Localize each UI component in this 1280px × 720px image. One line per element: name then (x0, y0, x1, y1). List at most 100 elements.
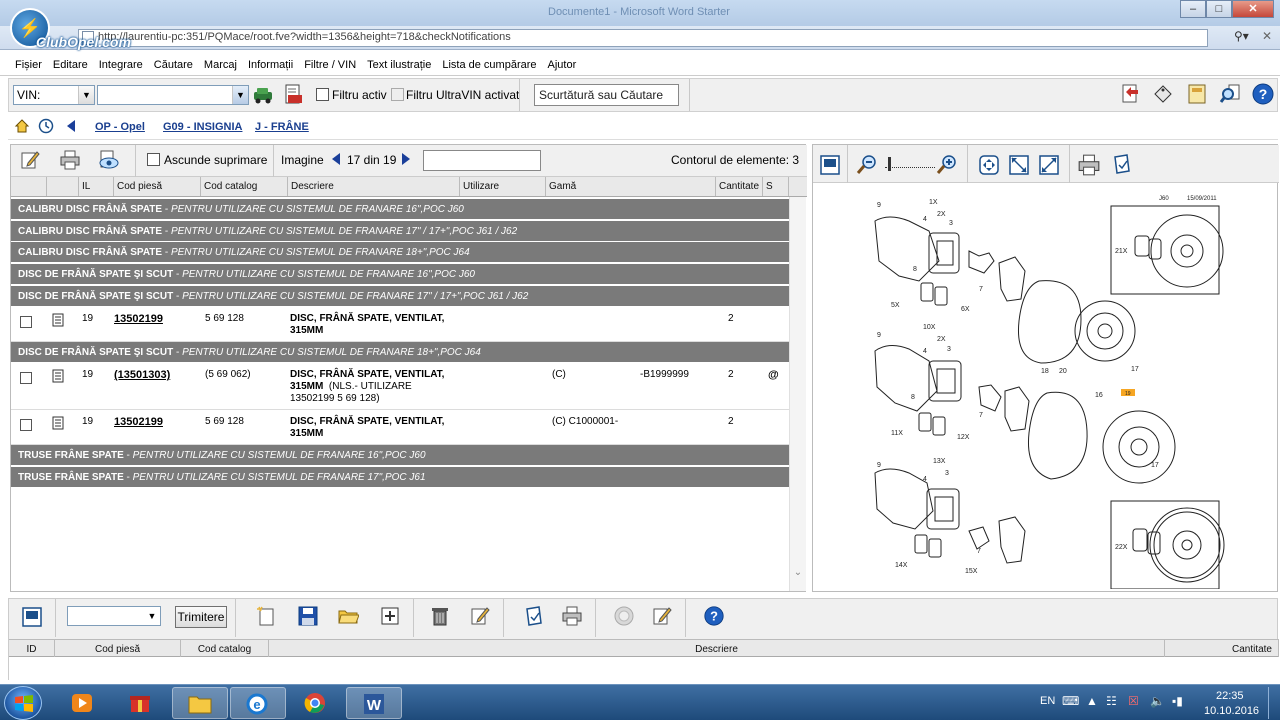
search-icon[interactable]: ⚲▾ (1234, 29, 1256, 47)
zoom-out-icon[interactable] (855, 153, 879, 177)
breadcrumb-group[interactable]: J - FRÂNE (255, 121, 309, 133)
menu-bookmark[interactable]: Marcaj (199, 59, 243, 71)
web-order-icon[interactable] (613, 605, 635, 627)
zoom-in-icon[interactable] (935, 153, 959, 177)
back-arrow-icon[interactable] (64, 118, 78, 134)
send-button[interactable]: Trimitere (175, 606, 227, 628)
fit-width-icon[interactable] (1007, 153, 1031, 177)
close-tab-icon[interactable]: ✕ (1262, 29, 1278, 47)
part-row[interactable]: 19 (13501303) (5 69 062) DISC, FRÂNĂ SPA… (11, 363, 789, 410)
show-hidden-icons-icon[interactable]: ▲ (1086, 694, 1098, 708)
col-description[interactable]: Descriere (288, 177, 460, 196)
part-row-checkbox[interactable] (20, 372, 32, 384)
col-usage[interactable]: Utilizare (460, 177, 546, 196)
col-select[interactable] (11, 177, 47, 196)
save-list-icon[interactable] (21, 606, 43, 628)
col-catalog-code[interactable]: Cod catalog (201, 177, 288, 196)
minimize-button[interactable]: – (1180, 0, 1206, 18)
delete-icon[interactable] (429, 605, 451, 627)
menu-information[interactable]: Informații (243, 59, 299, 71)
filter-ultravin-checkbox[interactable] (391, 88, 404, 101)
next-image-icon[interactable] (401, 152, 411, 166)
clock-date[interactable]: 10.10.2016 (1204, 705, 1259, 717)
vin-select[interactable]: VIN: ▼ (13, 85, 95, 105)
clock-time[interactable]: 22:35 (1216, 690, 1244, 702)
show-desktop-button[interactable] (1268, 687, 1280, 719)
group-row[interactable]: DISC DE FRÂNĂ SPATE ŞI SCUT - PENTRU UTI… (11, 286, 789, 307)
taskbar-app-gift[interactable] (114, 687, 170, 719)
taskbar-file-explorer[interactable] (172, 687, 228, 719)
menu-help[interactable]: Ajutor (543, 59, 583, 71)
taskbar-word[interactable]: W (346, 687, 402, 719)
notes-list-icon[interactable] (651, 605, 673, 627)
network-error-icon[interactable]: ☒ (1128, 694, 1139, 708)
col-quantity[interactable]: Cantitate (716, 177, 763, 196)
col-s[interactable]: S (763, 177, 789, 196)
vin-input[interactable]: ▼ (97, 85, 249, 105)
breadcrumb-model[interactable]: G09 - INSIGNIA (163, 121, 242, 133)
part-info-icon[interactable] (51, 416, 65, 430)
group-row[interactable]: CALIBRU DISC FRÂNĂ SPATE - PENTRU UTILIZ… (11, 199, 789, 220)
parts-scrollbar[interactable]: ⌄ (789, 197, 806, 591)
close-button[interactable]: ✕ (1232, 0, 1274, 18)
bookmark-image-icon[interactable] (1111, 153, 1133, 177)
part-code[interactable]: 13502199 (114, 313, 163, 325)
group-row[interactable]: CALIBRU DISC FRÂNĂ SPATE - PENTRU UTILIZ… (11, 221, 789, 242)
vehicle-icon[interactable] (251, 83, 275, 107)
previous-image-icon[interactable] (331, 152, 341, 166)
taskbar-chrome[interactable] (288, 687, 344, 719)
scroll-down-icon[interactable]: ⌄ (792, 567, 804, 581)
part-row[interactable]: 19 13502199 5 69 128 DISC, FRÂNĂ SPATE, … (11, 410, 789, 445)
part-code[interactable]: (13501303) (114, 369, 170, 381)
breadcrumb-make[interactable]: OP - Opel (95, 121, 145, 133)
part-row-checkbox[interactable] (20, 316, 32, 328)
help-icon[interactable]: ? (1251, 82, 1275, 106)
print-list-icon[interactable] (561, 605, 583, 627)
filter-active-checkbox[interactable] (316, 88, 329, 101)
add-item-icon[interactable] (379, 605, 401, 627)
zoom-slider-thumb[interactable] (888, 157, 891, 171)
back-document-icon[interactable] (1117, 82, 1141, 106)
group-row[interactable]: DISC DE FRÂNĂ SPATE ŞI SCUT - PENTRU UTI… (11, 342, 789, 363)
fit-to-window-icon[interactable] (977, 153, 1001, 177)
part-row[interactable]: 19 13502199 5 69 128 DISC, FRÂNĂ SPATE, … (11, 307, 789, 342)
group-row[interactable]: TRUSE FRÂNE SPATE - PENTRU UTILIZARE CU … (11, 445, 789, 466)
zoom-slider[interactable] (885, 157, 935, 171)
volume-icon[interactable]: 🔈 (1150, 694, 1165, 708)
image-input[interactable] (423, 150, 541, 171)
menu-file[interactable]: Fișier (10, 59, 48, 71)
col-icon[interactable] (47, 177, 79, 196)
home-icon[interactable] (14, 118, 30, 134)
group-row[interactable]: TRUSE FRÂNE SPATE - PENTRU UTILIZARE CU … (11, 467, 789, 488)
menu-edit[interactable]: Editare (48, 59, 94, 71)
part-info-icon[interactable] (51, 369, 65, 383)
menu-filters-vin[interactable]: Filtre / VIN (299, 59, 362, 71)
taskbar-media-player[interactable] (56, 687, 112, 719)
hide-deleted-checkbox[interactable] (147, 153, 160, 166)
bookmark-list-icon[interactable] (523, 605, 545, 629)
col-range[interactable]: Gamă (546, 177, 716, 196)
view-document-icon[interactable] (97, 149, 121, 171)
vin-document-icon[interactable] (281, 83, 305, 107)
taskbar-internet-explorer[interactable]: e (230, 687, 286, 719)
part-info-icon[interactable] (51, 313, 65, 327)
edit-notes-icon[interactable] (19, 149, 41, 171)
group-row[interactable]: DISC DE FRÂNĂ SPATE ŞI SCUT - PENTRU UTI… (11, 264, 789, 285)
history-icon[interactable] (38, 118, 54, 134)
language-indicator[interactable]: EN (1040, 695, 1055, 707)
search-document-icon[interactable] (1219, 82, 1243, 106)
print-image-icon[interactable] (1077, 153, 1101, 177)
brake-diagram[interactable]: J60 15/09/2011 19 9 1X 2X 3 4 8 5X 6X 7 … (819, 191, 1273, 589)
maximize-button[interactable]: □ (1206, 0, 1232, 18)
start-button[interactable] (4, 686, 42, 720)
group-row[interactable]: CALIBRU DISC FRÂNĂ SPATE - PENTRU UTILIZ… (11, 242, 789, 263)
shortcut-search-input[interactable]: Scurtătură sau Căutare (534, 84, 679, 106)
edit-list-icon[interactable] (469, 605, 491, 627)
menu-search[interactable]: Căutare (149, 59, 199, 71)
signal-icon[interactable]: ▪▮ (1172, 694, 1183, 708)
keyboard-icon[interactable]: ⌨ (1062, 694, 1079, 708)
new-list-icon[interactable] (255, 605, 277, 627)
tag-icon[interactable] (1151, 82, 1175, 106)
menu-illustration-text[interactable]: Text ilustrație (362, 59, 437, 71)
menu-integration[interactable]: Integrare (94, 59, 149, 71)
